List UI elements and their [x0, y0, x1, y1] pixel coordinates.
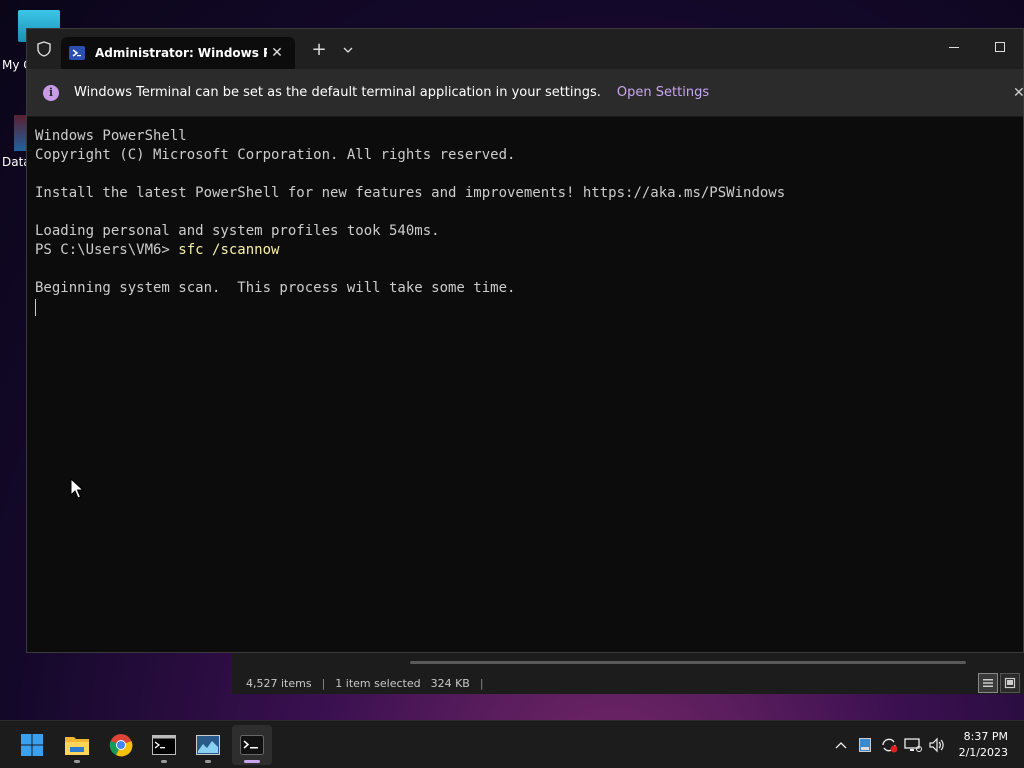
start-button[interactable] — [12, 725, 52, 765]
explorer-status-bar: 4,527 items | 1 item selected 324 KB | — [232, 652, 1024, 694]
mouse-pointer-icon — [70, 478, 84, 499]
maximize-icon — [995, 42, 1005, 52]
maximize-button[interactable] — [977, 29, 1023, 65]
selection-info: 1 item selected — [335, 677, 421, 690]
sync-error-icon[interactable] — [877, 733, 901, 757]
windows-terminal-button[interactable] — [232, 725, 272, 765]
horizontal-scrollbar[interactable] — [410, 661, 966, 664]
network-icon[interactable] — [901, 733, 925, 757]
system-tray: 8:37 PM 2/1/2023 — [829, 721, 1024, 768]
thumbnail-icon — [1004, 677, 1016, 689]
console-line: Beginning system scan. This process will… — [35, 280, 516, 296]
console-line: Windows PowerShell — [35, 128, 187, 144]
info-message: Windows Terminal can be set as the defau… — [74, 85, 601, 100]
info-icon: i — [43, 84, 59, 101]
tab-powershell[interactable]: Administrator: Windows Powe ✕ — [61, 37, 295, 69]
prompt: PS C:\Users\VM6> — [35, 242, 179, 258]
close-icon[interactable]: ✕ — [1013, 85, 1023, 101]
open-settings-link[interactable]: Open Settings — [617, 85, 709, 100]
resource-monitor-button[interactable] — [188, 725, 228, 765]
console-line: Loading personal and system profiles too… — [35, 223, 440, 239]
command-text: sfc /scannow — [178, 242, 280, 258]
command-prompt-icon — [152, 735, 176, 755]
storage-icon[interactable] — [853, 733, 877, 757]
terminal-window: Administrator: Windows Powe ✕ + i Window… — [26, 28, 1024, 653]
running-indicator — [161, 760, 167, 763]
item-count: 4,527 items — [246, 677, 312, 690]
chevron-up-icon[interactable] — [829, 733, 853, 757]
selection-size: 324 KB — [430, 677, 470, 690]
file-explorer-button[interactable] — [57, 725, 97, 765]
active-indicator — [244, 760, 260, 763]
windows-terminal-icon — [240, 735, 264, 755]
taskbar: 8:37 PM 2/1/2023 — [0, 720, 1024, 768]
new-tab-button[interactable]: + — [301, 39, 337, 60]
console-line: Copyright (C) Microsoft Corporation. All… — [35, 147, 516, 163]
file-explorer-icon — [65, 737, 89, 755]
chrome-icon — [109, 734, 133, 757]
clock-date: 2/1/2023 — [958, 746, 1008, 759]
chrome-button[interactable] — [101, 725, 141, 765]
console-line: Install the latest PowerShell for new fe… — [35, 185, 786, 201]
clock[interactable]: 8:37 PM 2/1/2023 — [949, 729, 1024, 761]
divider: | — [479, 677, 484, 690]
info-bar: i Windows Terminal can be set as the def… — [27, 69, 1023, 117]
tab-title: Administrator: Windows Powe — [95, 46, 267, 60]
running-indicator — [74, 760, 80, 763]
prompt-line: PS C:\Users\VM6> sfc /scannow — [35, 241, 1015, 260]
resource-monitor-icon — [196, 735, 220, 755]
chevron-down-icon[interactable] — [337, 43, 359, 56]
details-view-button[interactable] — [978, 673, 998, 693]
console-output[interactable]: Windows PowerShell Copyright (C) Microsof… — [35, 127, 1015, 652]
tab-close-icon[interactable]: ✕ — [267, 45, 287, 61]
volume-icon[interactable] — [925, 733, 949, 757]
divider: | — [321, 677, 326, 690]
command-prompt-button[interactable] — [144, 725, 184, 765]
running-indicator — [205, 760, 211, 763]
text-cursor — [35, 298, 36, 316]
title-bar[interactable]: Administrator: Windows Powe ✕ + — [27, 29, 1023, 69]
powershell-icon — [69, 46, 85, 60]
minimize-icon — [949, 47, 959, 48]
clock-time: 8:37 PM — [963, 730, 1008, 743]
shield-icon — [27, 29, 61, 69]
large-icons-view-button[interactable] — [1000, 673, 1020, 693]
list-icon — [983, 679, 993, 687]
minimize-button[interactable] — [931, 29, 977, 65]
start-icon — [21, 734, 43, 756]
